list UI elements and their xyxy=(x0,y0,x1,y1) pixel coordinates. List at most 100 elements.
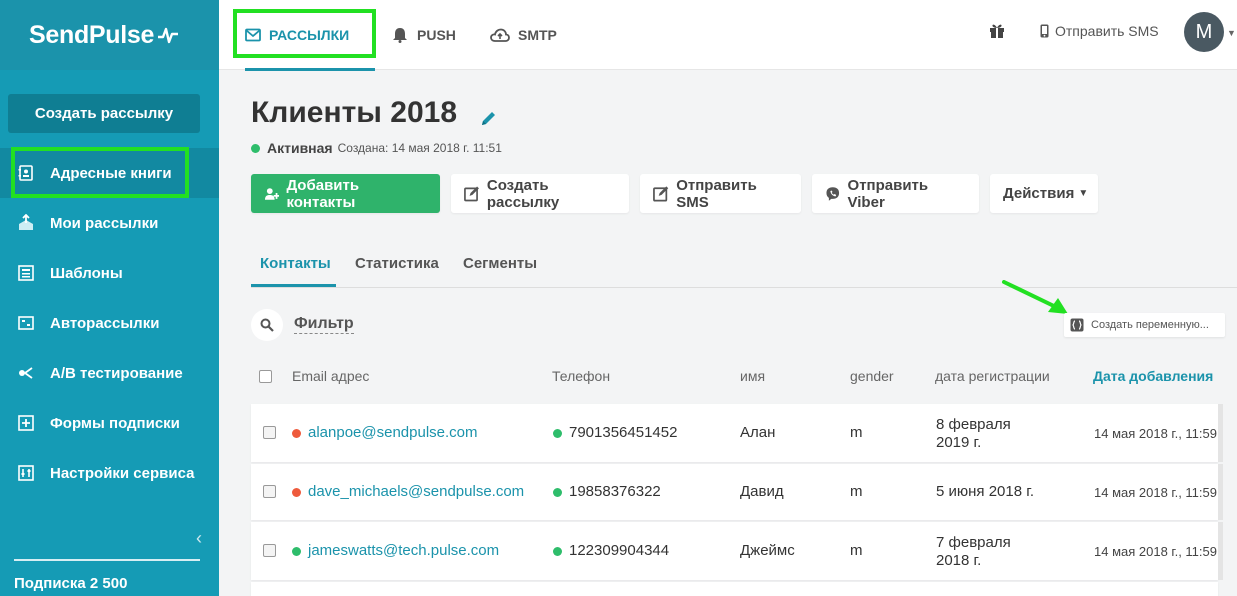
tab-push[interactable]: PUSH xyxy=(391,0,456,70)
column-header-registration-date[interactable]: дата регистрации xyxy=(935,368,1050,384)
column-header-email[interactable]: Email адрес xyxy=(292,368,369,384)
row-scroll-edge xyxy=(1218,404,1223,462)
sidebar-item-service-settings[interactable]: Настройки сервиса xyxy=(0,448,219,498)
ab-test-icon xyxy=(16,363,36,383)
pulse-icon xyxy=(158,27,179,44)
contact-email[interactable]: alanpoe@sendpulse.com xyxy=(308,424,478,441)
contact-gender: m xyxy=(850,542,863,559)
table-row[interactable]: jameswatts@tech.pulse.com 122309904344 Д… xyxy=(251,522,1218,580)
contact-phone: 19858376322 xyxy=(569,483,661,500)
collapse-sidebar-icon[interactable]: ‹ xyxy=(196,528,202,549)
chevron-down-icon[interactable]: ▼ xyxy=(1227,28,1236,38)
table-row[interactable] xyxy=(251,582,1218,596)
send-sms-link[interactable]: Отправить SMS xyxy=(1040,0,1159,62)
sidebar-item-ab-testing[interactable]: A/B тестирование xyxy=(0,348,219,398)
row-scroll-edge xyxy=(1218,522,1223,580)
contact-name: Джеймс xyxy=(740,542,795,559)
row-checkbox[interactable] xyxy=(263,426,276,439)
phone-status-dot xyxy=(553,488,562,497)
phone-icon xyxy=(1040,24,1049,38)
contact-phone: 122309904344 xyxy=(569,542,670,559)
email-status-dot xyxy=(292,488,301,497)
row-checkbox[interactable] xyxy=(263,544,276,557)
edit-square-icon xyxy=(464,186,479,202)
contact-email[interactable]: dave_michaels@sendpulse.com xyxy=(308,483,524,500)
content-tabs: Контакты Статистика Сегменты xyxy=(251,240,1237,288)
logo[interactable]: SendPulse xyxy=(0,0,219,70)
email-status-dot xyxy=(292,429,301,438)
sidebar-item-autocampaigns[interactable]: Авторассылки xyxy=(0,298,219,348)
phone-status-dot xyxy=(553,429,562,438)
table-row[interactable]: dave_michaels@sendpulse.com 19858376322 … xyxy=(251,464,1218,520)
highlight-email-tab xyxy=(233,9,376,58)
bell-icon xyxy=(393,28,407,43)
row-scroll-edge xyxy=(1218,464,1223,520)
sidebar-item-subscription-forms[interactable]: Формы подписки xyxy=(0,398,219,448)
contact-name: Давид xyxy=(740,483,784,500)
select-all-checkbox[interactable] xyxy=(259,370,272,383)
contact-registration-date: 8 февраля 2019 г. xyxy=(936,416,1011,451)
contact-added-date: 14 мая 2018 г., 11:59 xyxy=(1094,426,1217,441)
actions-dropdown[interactable]: Действия ▼ xyxy=(990,174,1098,213)
sidebar-nav: Адресные книги Мои рассылки Шаблоны Авто… xyxy=(0,148,219,498)
contact-gender: m xyxy=(850,424,863,441)
chevron-down-icon: ▼ xyxy=(1078,188,1089,199)
templates-icon xyxy=(16,263,36,283)
contact-registration-date: 7 февраля 2018 г. xyxy=(936,534,1011,569)
created-date: Создана: 14 мая 2018 г. 11:51 xyxy=(337,141,502,155)
highlight-address-books xyxy=(11,147,189,198)
create-variable-button[interactable]: Создать переменную... xyxy=(1064,313,1225,337)
tab-smtp[interactable]: SMTP xyxy=(490,0,557,70)
sidebar: SendPulse Создать рассылку Адресные книг… xyxy=(0,0,219,596)
contact-email[interactable]: jameswatts@tech.pulse.com xyxy=(308,542,499,559)
contact-gender: m xyxy=(850,483,863,500)
settings-icon xyxy=(16,463,36,483)
contact-name: Алан xyxy=(740,424,776,441)
viber-icon xyxy=(826,186,840,201)
cloud-upload-icon xyxy=(490,28,510,42)
column-header-name[interactable]: имя xyxy=(740,368,765,384)
create-campaign-action-button[interactable]: Создать рассылку xyxy=(451,174,629,213)
contact-phone: 7901356451452 xyxy=(569,424,678,441)
create-campaign-button[interactable]: Создать рассылку xyxy=(8,94,200,133)
add-user-icon xyxy=(264,187,280,200)
tab-statistics[interactable]: Статистика xyxy=(355,240,439,287)
active-tab-indicator xyxy=(245,68,375,71)
sidebar-item-templates[interactable]: Шаблоны xyxy=(0,248,219,298)
status-row: Активная Создана: 14 мая 2018 г. 11:51 xyxy=(251,140,502,156)
pencil-icon[interactable] xyxy=(480,110,497,127)
subscription-label: Подписка 2 500 xyxy=(14,575,128,592)
sidebar-item-my-campaigns[interactable]: Мои рассылки xyxy=(0,198,219,248)
edit-square-icon xyxy=(653,186,669,202)
row-checkbox[interactable] xyxy=(263,485,276,498)
filter-search-button[interactable] xyxy=(251,309,283,341)
active-tab-indicator xyxy=(251,284,336,287)
forms-icon xyxy=(16,413,36,433)
annotation-arrow xyxy=(1002,280,1068,314)
braces-icon xyxy=(1070,318,1084,332)
status-dot xyxy=(251,143,260,153)
column-header-gender[interactable]: gender xyxy=(850,368,894,384)
send-viber-button[interactable]: Отправить Viber xyxy=(812,174,979,213)
column-header-added-date[interactable]: Дата добавления xyxy=(1093,368,1213,384)
phone-status-dot xyxy=(553,547,562,556)
filter-toggle[interactable]: Фильтр xyxy=(294,315,354,334)
column-header-phone[interactable]: Телефон xyxy=(552,368,610,384)
campaigns-icon xyxy=(16,213,36,233)
status-badge: Активная xyxy=(267,140,333,156)
add-contacts-button[interactable]: Добавить контакты xyxy=(251,174,440,213)
contact-registration-date: 5 июня 2018 г. xyxy=(936,483,1035,500)
subscription-progress xyxy=(14,559,200,561)
table-row[interactable]: alanpoe@sendpulse.com 7901356451452 Алан… xyxy=(251,404,1218,462)
email-status-dot xyxy=(292,547,301,556)
gift-icon[interactable] xyxy=(989,22,1005,39)
page-title: Клиенты 2018 xyxy=(251,96,458,129)
tab-contacts[interactable]: Контакты xyxy=(260,240,331,287)
contact-added-date: 14 мая 2018 г., 11:59 xyxy=(1094,485,1217,500)
search-icon xyxy=(260,318,274,332)
avatar[interactable]: M xyxy=(1184,12,1224,52)
tab-segments[interactable]: Сегменты xyxy=(463,240,537,287)
automation-icon xyxy=(16,313,36,333)
send-sms-button[interactable]: Отправить SMS xyxy=(640,174,801,213)
contact-added-date: 14 мая 2018 г., 11:59 xyxy=(1094,544,1217,559)
